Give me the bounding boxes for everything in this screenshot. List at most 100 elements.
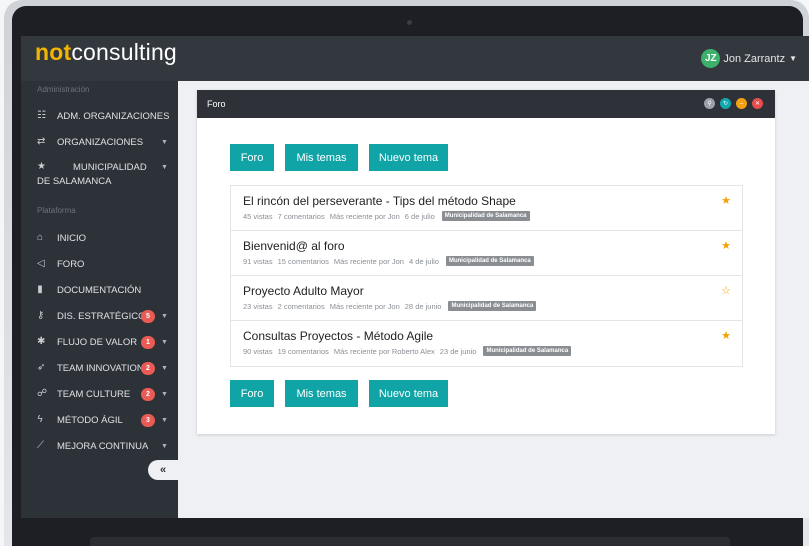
topic-title[interactable]: Proyecto Adulto Mayor [243,284,364,298]
forum-nav-top: Foro Mis temas Nuevo tema [230,144,459,171]
sidebar-item-label: ADM. ORGANIZACIONES [57,111,170,122]
list-item[interactable]: Consultas Proyectos - Método Agile 90 vi… [231,321,742,366]
chevron-down-icon: ▼ [161,417,168,424]
sidebar-item-label: TEAM INNOVATION [57,363,144,374]
mis-temas-button[interactable]: Mis temas [285,144,358,171]
chevron-down-icon: ▼ [161,313,168,320]
forum-nav-bottom: Foro Mis temas Nuevo tema [230,380,459,407]
count-badge: 2 [141,362,155,375]
chevron-down-icon: ▼ [161,391,168,398]
nuevo-tema-button[interactable]: Nuevo tema [369,380,448,407]
sidebar-item-dis-estrategico[interactable]: ⚷ DIS. ESTRATÉGICO 5 ▼ [21,310,178,324]
chevron-down-icon: ▼ [161,339,168,346]
topic-views: 91 vistas [243,256,273,266]
star-filled-icon[interactable]: ★ [721,239,731,252]
count-badge: 2 [141,388,155,401]
chevron-down-icon: ▼ [161,139,168,146]
topic-comments: 7 comentarios [277,211,325,221]
sidebar: Administración ☷ ADM. ORGANIZACIONES ⇄ O… [21,81,178,518]
topic-views: 23 vistas [243,301,273,311]
topic-title[interactable]: Bienvenid@ al foro [243,239,345,253]
topic-comments: 15 comentarios [277,256,329,266]
sidebar-item-adm-organizaciones[interactable]: ☷ ADM. ORGANIZACIONES [21,110,178,124]
group-icon: ☍ [37,388,48,399]
camera-icon [407,20,412,25]
sidebar-item-inicio[interactable]: ⌂ INICIO [21,232,178,246]
mis-temas-button[interactable]: Mis temas [285,380,358,407]
panel-header: Foro ⚲ ↻ – ✕ [197,90,775,118]
logo-bold: not [35,39,72,65]
file-icon: ▮ [37,284,43,295]
megaphone-icon: ◁ [37,258,45,269]
topic-title[interactable]: El rincón del perseverante - Tips del mé… [243,194,516,208]
topic-comments: 2 comentarios [277,301,325,311]
star-outline-icon[interactable]: ☆ [721,284,731,297]
organization-tag: Municipalidad de Salamanca [445,256,534,266]
topic-date: 4 de julio [408,256,439,266]
sidebar-item-foro[interactable]: ◁ FORO [21,258,178,272]
refresh-icon[interactable]: ↻ [720,98,731,109]
star-filled-icon[interactable]: ★ [721,329,731,342]
foro-button[interactable]: Foro [230,380,274,407]
sidebar-item-organizaciones[interactable]: ⇄ ORGANIZACIONES ▼ [21,136,178,150]
chevron-down-icon: ▼ [161,365,168,372]
sidebar-item-flujo-de-valor[interactable]: ✱ FLUJO DE VALOR 1 ▼ [21,336,178,350]
avatar: JZ [701,49,721,68]
logo-rest: consulting [71,39,177,65]
topic-recent: Más reciente por Roberto Alex [333,346,435,356]
app-logo[interactable]: notconsulting [35,39,177,66]
lightning-icon: ϟ [37,414,43,425]
topic-date: 28 de junio [404,301,442,311]
forum-panel: Foro ⚲ ↻ – ✕ Foro Mis temas Nuevo tema E… [197,90,775,434]
organization-tag: Municipalidad de Salamanca [483,346,572,356]
sidebar-item-team-culture[interactable]: ☍ TEAM CULTURE 2 ▼ [21,388,178,402]
sidebar-item-label: FLUJO DE VALOR [57,337,138,348]
foro-button[interactable]: Foro [230,144,274,171]
screen: notconsulting JZ Jon Zarrantz ▼ Administ… [21,36,809,518]
sidebar-item-municipalidad[interactable]: ★ MUNICIPALIDAD DE SALAMANCA ▼ [21,161,178,189]
topic-comments: 19 comentarios [277,346,329,356]
sidebar-item-metodo-agil[interactable]: ϟ MÉTODO ÁGIL 3 ▼ [21,414,178,428]
panel-title: Foro [207,99,226,109]
collapse-sidebar-button[interactable]: « [148,460,178,480]
topic-views: 90 vistas [243,346,273,356]
link-icon[interactable]: ⚲ [704,98,715,109]
sidebar-item-label: TEAM CULTURE [57,389,131,400]
gear-icon: ✱ [37,336,46,347]
sidebar-item-documentacion[interactable]: ▮ DOCUMENTACIÓN [21,284,178,298]
nuevo-tema-button[interactable]: Nuevo tema [369,144,448,171]
rocket-icon: ➶ [37,362,46,373]
star-filled-icon[interactable]: ★ [721,194,731,207]
topic-title[interactable]: Consultas Proyectos - Método Agile [243,329,433,343]
count-badge: 5 [141,310,155,323]
count-badge: 3 [141,414,155,427]
topic-date: 6 de julio [404,211,435,221]
organization-tag: Municipalidad de Salamanca [441,211,530,221]
count-badge: 1 [141,336,155,349]
key-icon: ⚷ [37,310,45,321]
section-title-admin: Administración [37,85,90,94]
users-icon: ☷ [37,110,46,121]
top-bar: notconsulting JZ Jon Zarrantz ▼ [21,36,809,81]
sidebar-item-label: MÉTODO ÁGIL [57,415,123,426]
sidebar-item-team-innovation[interactable]: ➶ TEAM INNOVATION 2 ▼ [21,362,178,376]
topic-meta: 45 vistas 7 comentarios Más reciente por… [243,211,535,221]
list-item[interactable]: El rincón del perseverante - Tips del mé… [231,186,742,231]
list-item[interactable]: Proyecto Adulto Mayor 23 vistas 2 coment… [231,276,742,321]
close-icon[interactable]: ✕ [752,98,763,109]
sidebar-item-label: INICIO [57,233,87,244]
topic-recent: Más reciente por Jon [333,256,404,266]
sidebar-item-label: MUNICIPALIDAD DE SALAMANCA [37,162,147,187]
sidebar-item-mejora-continua[interactable]: ⟋ MEJORA CONTINUA ▼ [21,440,178,454]
user-name: Jon Zarrantz [723,52,786,65]
sidebar-item-label: DIS. ESTRATÉGICO [57,311,146,322]
exchange-icon: ⇄ [37,136,46,147]
topic-meta: 91 vistas 15 comentarios Más reciente po… [243,256,539,266]
topic-date: 23 de junio [439,346,477,356]
list-item[interactable]: Bienvenid@ al foro 91 vistas 15 comentar… [231,231,742,276]
topic-meta: 23 vistas 2 comentarios Más reciente por… [243,301,541,311]
user-menu[interactable]: JZ Jon Zarrantz ▼ [701,49,797,68]
sidebar-item-label: MEJORA CONTINUA [57,441,149,452]
minimize-icon[interactable]: – [736,98,747,109]
sidebar-item-label: DOCUMENTACIÓN [57,285,142,296]
